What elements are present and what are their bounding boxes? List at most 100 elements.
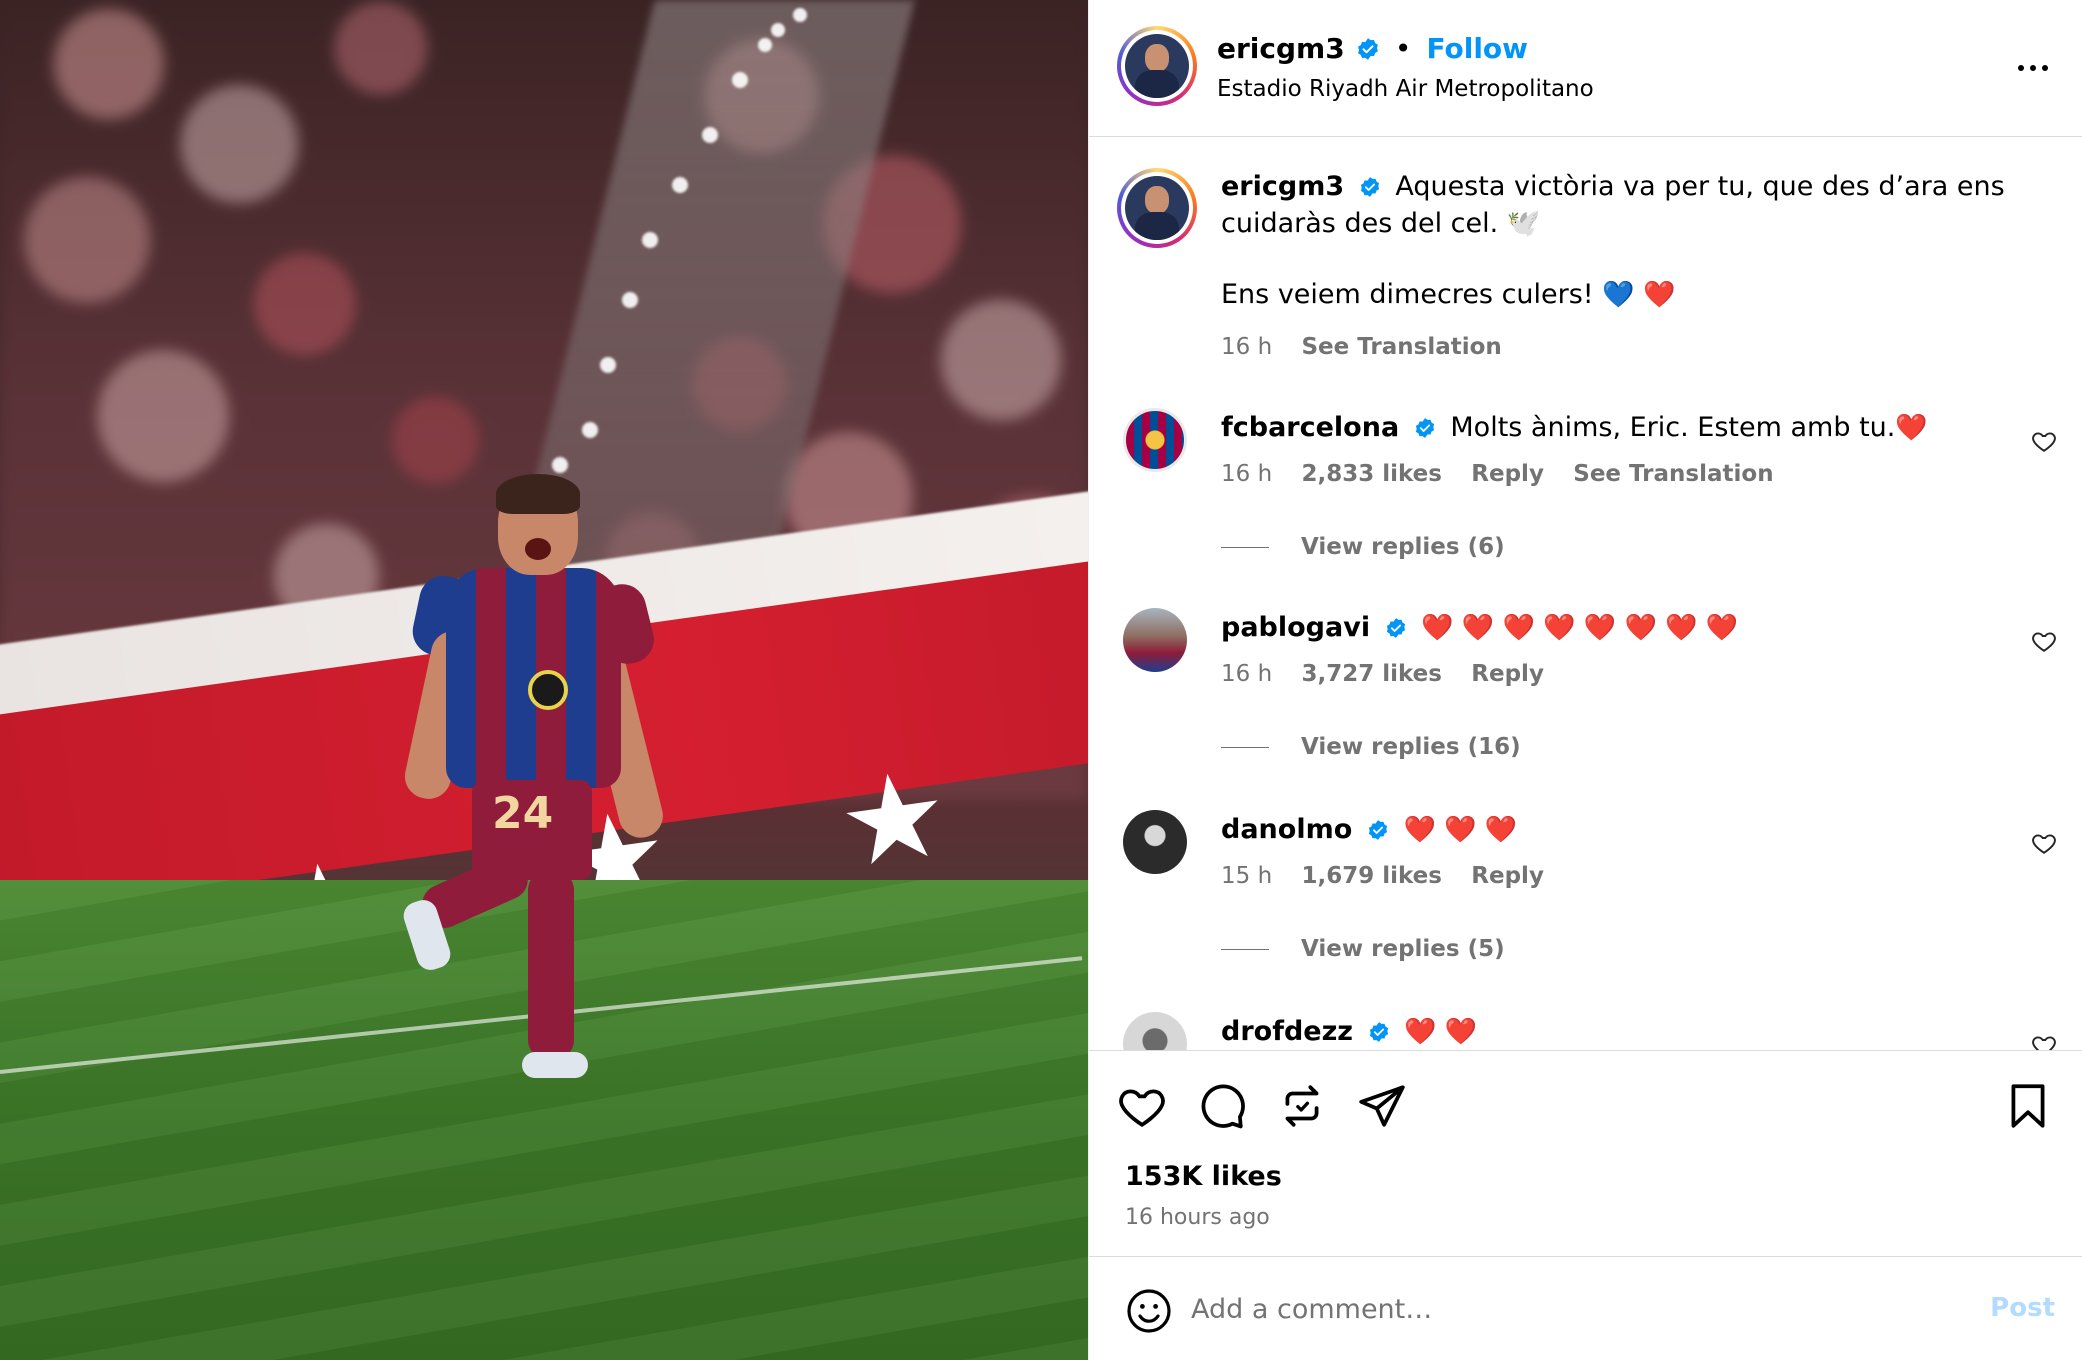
view-replies-button[interactable]: View replies (5) bbox=[1221, 936, 1505, 962]
comment-see-translation[interactable]: See Translation bbox=[1573, 461, 1773, 487]
comment-drofdezz: drofdezz ❤️ ❤️ bbox=[1221, 1016, 1477, 1047]
comment-hearts: ❤️ ❤️ ❤️ bbox=[1403, 815, 1518, 845]
view-replies-button[interactable]: View replies (6) bbox=[1221, 534, 1505, 560]
emoji-smiley-icon[interactable] bbox=[1125, 1287, 1173, 1335]
caption-line-2-row: Ens veiem dimecres culers! 💙 ❤️ bbox=[1221, 276, 2061, 314]
like-heart-icon[interactable] bbox=[1117, 1081, 1167, 1131]
follow-button[interactable]: Follow bbox=[1427, 32, 1529, 65]
post-timestamp[interactable]: 16 hours ago bbox=[1125, 1205, 1270, 1230]
dot bbox=[2042, 65, 2048, 71]
verified-badge-icon bbox=[1357, 38, 1378, 60]
player-number: 24 bbox=[492, 788, 554, 839]
author-avatar[interactable] bbox=[1117, 26, 1197, 106]
post-comment-button[interactable]: Post bbox=[1990, 1293, 2055, 1323]
comment-username[interactable]: fcbarcelona bbox=[1221, 412, 1399, 443]
player-mouth bbox=[525, 538, 551, 560]
post-photo[interactable]: ★ ★ ★ 24 bbox=[0, 0, 1088, 1360]
comment-pablogavi: pablogavi ❤️ ❤️ ❤️ ❤️ ❤️ ❤️ ❤️ ❤️ 16 h 3… bbox=[1221, 612, 1738, 687]
caption: ericgm3 Aquesta victòria va per tu, que … bbox=[1221, 168, 2061, 360]
comment-likes[interactable]: 3,727 likes bbox=[1301, 661, 1442, 687]
replies-dash bbox=[1221, 546, 1269, 548]
post-side-panel: ericgm3 • Follow Estadio Riyadh Air Metr… bbox=[1088, 0, 2082, 1360]
replies-dash bbox=[1221, 948, 1269, 950]
comment-username[interactable]: drofdezz bbox=[1221, 1016, 1353, 1047]
add-comment-bar: Post bbox=[1089, 1256, 2082, 1360]
caption-username[interactable]: ericgm3 bbox=[1221, 171, 1344, 202]
comment-username[interactable]: pablogavi bbox=[1221, 612, 1370, 643]
post-header: ericgm3 • Follow Estadio Riyadh Air Metr… bbox=[1089, 0, 2082, 137]
verified-badge-icon bbox=[1415, 418, 1434, 438]
comment-likes[interactable]: 1,679 likes bbox=[1301, 863, 1442, 889]
comment-text-row: drofdezz ❤️ ❤️ bbox=[1221, 1016, 1477, 1047]
comment-reply-button[interactable]: Reply bbox=[1471, 863, 1544, 889]
avatar-image bbox=[1125, 176, 1189, 240]
comment-reply-button[interactable]: Reply bbox=[1471, 461, 1544, 487]
instagram-post-modal: ★ ★ ★ 24 bbox=[0, 0, 2082, 1360]
verified-badge-icon bbox=[1360, 177, 1379, 197]
add-comment-input[interactable] bbox=[1191, 1283, 1951, 1335]
comment-text-row: fcbarcelona Molts ànims, Eric. Estem amb… bbox=[1221, 412, 1928, 443]
verified-badge-icon bbox=[1386, 618, 1405, 638]
comment-text-row: danolmo ❤️ ❤️ ❤️ bbox=[1221, 814, 1544, 845]
comment-username[interactable]: danolmo bbox=[1221, 814, 1352, 845]
post-likes-count[interactable]: 153K likes bbox=[1125, 1161, 1282, 1192]
comment-fcbarcelona: fcbarcelona Molts ànims, Eric. Estem amb… bbox=[1221, 412, 1928, 487]
comment-avatar-danolmo[interactable] bbox=[1123, 810, 1187, 874]
comment-hearts: ❤️ ❤️ bbox=[1404, 1017, 1478, 1047]
view-replies-label: View replies (5) bbox=[1301, 936, 1505, 962]
player-hair bbox=[496, 474, 580, 514]
comment-avatar-drofdezz[interactable] bbox=[1123, 1012, 1187, 1050]
dot bbox=[2030, 65, 2036, 71]
verified-badge-icon bbox=[1368, 820, 1387, 840]
player-leg bbox=[528, 870, 574, 1060]
blue-heart-emoji: 💙 bbox=[1602, 280, 1635, 310]
comment-time: 16 h bbox=[1221, 661, 1273, 687]
location-link[interactable]: Estadio Riyadh Air Metropolitano bbox=[1217, 76, 1594, 102]
more-options-icon[interactable] bbox=[2013, 48, 2053, 88]
avatar-inner bbox=[1121, 30, 1193, 102]
comment-likes[interactable]: 2,833 likes bbox=[1301, 461, 1442, 487]
header-username[interactable]: ericgm3 bbox=[1217, 32, 1345, 65]
comment-reply-button[interactable]: Reply bbox=[1471, 661, 1544, 687]
comment-avatar-fcbarcelona[interactable] bbox=[1123, 408, 1187, 472]
share-send-icon[interactable] bbox=[1357, 1081, 1407, 1131]
comment-meta: 16 h 3,727 likes Reply bbox=[1221, 661, 1738, 687]
caption-time: 16 h bbox=[1221, 334, 1273, 360]
photo-banner-star: ★ bbox=[830, 743, 957, 896]
comment-hearts: ❤️ bbox=[1895, 413, 1928, 443]
caption-see-translation[interactable]: See Translation bbox=[1301, 334, 1501, 360]
header-username-row: ericgm3 • Follow bbox=[1217, 32, 1528, 65]
comment-like-heart-icon[interactable] bbox=[2031, 628, 2057, 654]
comment-meta: 15 h 1,679 likes Reply bbox=[1221, 863, 1544, 889]
replies-dash bbox=[1221, 746, 1269, 748]
caption-line-2: Ens veiem dimecres culers! bbox=[1221, 279, 1594, 310]
comment-danolmo: danolmo ❤️ ❤️ ❤️ 15 h 1,679 likes Reply bbox=[1221, 814, 1544, 889]
repost-icon[interactable] bbox=[1277, 1081, 1327, 1131]
player-sponsor-logo bbox=[528, 670, 568, 710]
comments-list[interactable]: ericgm3 Aquesta victòria va per tu, que … bbox=[1089, 138, 2082, 1050]
view-replies-button[interactable]: View replies (16) bbox=[1221, 734, 1521, 760]
avatar-inner bbox=[1121, 172, 1193, 244]
comment-like-heart-icon[interactable] bbox=[2031, 428, 2057, 454]
dot bbox=[2018, 65, 2024, 71]
comment-bubble-icon[interactable] bbox=[1197, 1081, 1247, 1131]
post-actions-bar: 153K likes 16 hours ago bbox=[1089, 1050, 2082, 1256]
comment-text: Molts ànims, Eric. Estem amb tu. bbox=[1450, 412, 1896, 443]
view-replies-label: View replies (16) bbox=[1301, 734, 1521, 760]
view-replies-label: View replies (6) bbox=[1301, 534, 1505, 560]
save-bookmark-icon[interactable] bbox=[2003, 1081, 2053, 1131]
red-heart-emoji: ❤️ bbox=[1643, 280, 1676, 310]
verified-badge-icon bbox=[1369, 1022, 1388, 1042]
header-separator: • bbox=[1394, 32, 1412, 65]
caption-author-avatar[interactable] bbox=[1117, 168, 1197, 248]
comment-like-heart-icon[interactable] bbox=[2031, 830, 2057, 856]
caption-meta: 16 h See Translation bbox=[1221, 334, 2061, 360]
comment-like-heart-icon[interactable] bbox=[2031, 1032, 2057, 1050]
avatar-image bbox=[1125, 34, 1189, 98]
comment-time: 15 h bbox=[1221, 863, 1273, 889]
comment-hearts: ❤️ ❤️ ❤️ ❤️ ❤️ ❤️ ❤️ ❤️ bbox=[1421, 613, 1739, 643]
comment-meta: 16 h 2,833 likes Reply See Translation bbox=[1221, 461, 1928, 487]
comment-time: 16 h bbox=[1221, 461, 1273, 487]
comment-avatar-pablogavi[interactable] bbox=[1123, 608, 1187, 672]
caption-text: ericgm3 Aquesta victòria va per tu, que … bbox=[1221, 168, 2061, 242]
